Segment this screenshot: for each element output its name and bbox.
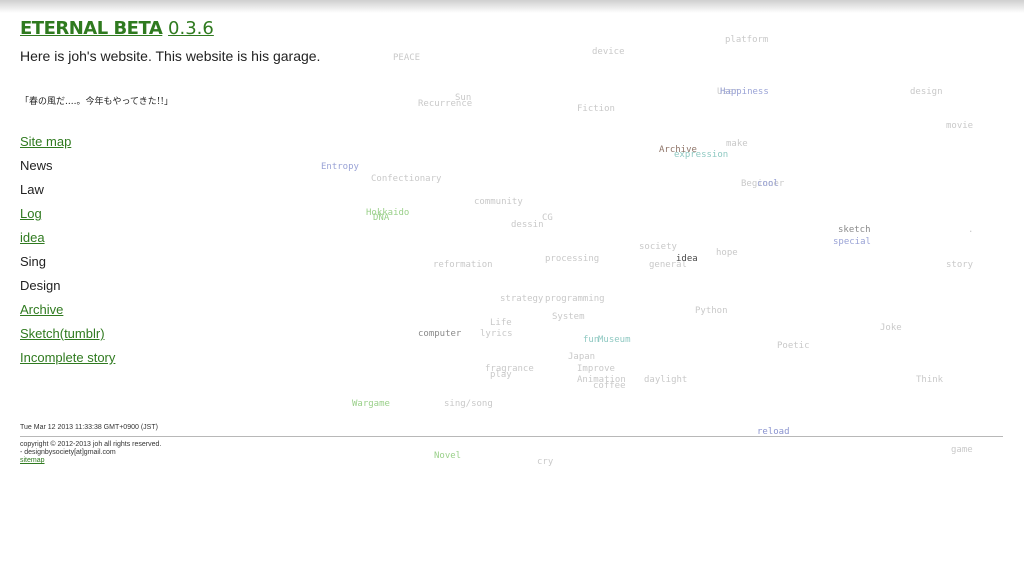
- cloud-word[interactable]: game: [951, 445, 973, 455]
- nav-item-news: News: [20, 158, 53, 173]
- cloud-word[interactable]: Japan: [568, 352, 595, 362]
- cloud-word[interactable]: System: [552, 312, 585, 322]
- cloud-word[interactable]: PEACE: [393, 53, 420, 63]
- site-title-name[interactable]: ETERNAL BETA: [20, 18, 163, 39]
- cloud-word[interactable]: community: [474, 197, 523, 207]
- nav-link-archive[interactable]: Archive: [20, 302, 63, 317]
- cloud-word[interactable]: story: [946, 260, 973, 270]
- word-cloud: platform device PEACE Sun Recurrence Fic…: [0, 0, 1024, 576]
- cloud-word[interactable]: platform: [725, 35, 768, 45]
- nav-link-incomplete-story[interactable]: Incomplete story: [20, 350, 115, 365]
- cloud-word[interactable]: expression: [674, 150, 728, 160]
- cloud-word[interactable]: computer: [418, 329, 461, 339]
- cloud-word[interactable]: Think: [916, 375, 943, 385]
- cloud-word[interactable]: Happiness: [720, 87, 769, 97]
- cloud-word[interactable]: play: [490, 370, 512, 380]
- cloud-word[interactable]: daylight: [644, 375, 687, 385]
- cloud-word[interactable]: processing: [545, 254, 599, 264]
- cloud-word[interactable]: .: [968, 225, 973, 235]
- cloud-word[interactable]: idea: [676, 254, 698, 264]
- cloud-word[interactable]: Museum: [598, 335, 631, 345]
- cloud-word[interactable]: strategy: [500, 294, 543, 304]
- nav-link-idea[interactable]: idea: [20, 230, 45, 245]
- top-shadow-bar: [0, 0, 1024, 13]
- cloud-word[interactable]: make: [726, 139, 748, 149]
- cloud-word[interactable]: society: [639, 242, 677, 252]
- cloud-word[interactable]: cry: [537, 457, 553, 467]
- cloud-word[interactable]: sketch: [838, 225, 871, 235]
- contact-email: - designbysociety[at]gmail.com: [20, 449, 116, 456]
- cloud-word[interactable]: programming: [545, 294, 605, 304]
- cloud-word[interactable]: cool: [757, 179, 779, 189]
- nav-item-law: Law: [20, 182, 44, 197]
- cloud-word[interactable]: Life: [490, 318, 512, 328]
- cloud-word[interactable]: Joke: [880, 323, 902, 333]
- cloud-word[interactable]: special: [833, 237, 871, 247]
- cloud-word[interactable]: fun: [583, 335, 599, 345]
- cloud-word[interactable]: Recurrence: [418, 99, 472, 109]
- cloud-word[interactable]: device: [592, 47, 625, 57]
- site-title[interactable]: ETERNAL BETA 0.3.6: [20, 18, 214, 39]
- site-title-version[interactable]: 0.3.6: [168, 18, 214, 39]
- cloud-word[interactable]: Entropy: [321, 162, 359, 172]
- cloud-word[interactable]: dessin: [511, 220, 544, 230]
- nav-item-sing: Sing: [20, 254, 47, 269]
- footer-sitemap-link[interactable]: sitemap: [20, 457, 45, 464]
- site-tagline: Here is joh's website. This website is h…: [20, 48, 321, 64]
- nav-item-design: Design: [20, 278, 61, 293]
- cloud-word[interactable]: Confectionary: [371, 174, 441, 184]
- nav-link-site-map[interactable]: Site map: [20, 134, 71, 149]
- nav-link-log[interactable]: Log: [20, 206, 42, 221]
- cloud-word[interactable]: DNA: [373, 213, 389, 223]
- cloud-word[interactable]: Poetic: [777, 341, 810, 351]
- cloud-word[interactable]: hope: [716, 248, 738, 258]
- copyright-text: copyright © 2012-2013 joh all rights res…: [20, 441, 162, 448]
- season-quote: 「春の風だ....。今年もやってきた!!」: [20, 97, 173, 107]
- cloud-word[interactable]: movie: [946, 121, 973, 131]
- footer-divider: [20, 436, 1003, 437]
- cloud-word[interactable]: Wargame: [352, 399, 390, 409]
- cloud-word[interactable]: CG: [542, 213, 553, 223]
- footer: copyright © 2012-2013 joh all rights res…: [20, 441, 161, 465]
- nav-link-sketch-tumblr[interactable]: Sketch(tumblr): [20, 326, 105, 341]
- cloud-word[interactable]: Python: [695, 306, 728, 316]
- cloud-word[interactable]: Novel: [434, 451, 461, 461]
- cloud-word[interactable]: lyrics: [480, 329, 513, 339]
- main-nav: Site map News Law Log idea Sing Design A…: [20, 132, 115, 372]
- cloud-word[interactable]: Fiction: [577, 104, 615, 114]
- cloud-word[interactable]: design: [910, 87, 943, 97]
- last-updated-timestamp: Tue Mar 12 2013 11:33:38 GMT+0900 (JST): [20, 424, 158, 431]
- cloud-word[interactable]: Improve: [577, 364, 615, 374]
- cloud-word[interactable]: coffee: [593, 381, 626, 391]
- cloud-word[interactable]: reformation: [433, 260, 493, 270]
- cloud-word[interactable]: sing/song: [444, 399, 493, 409]
